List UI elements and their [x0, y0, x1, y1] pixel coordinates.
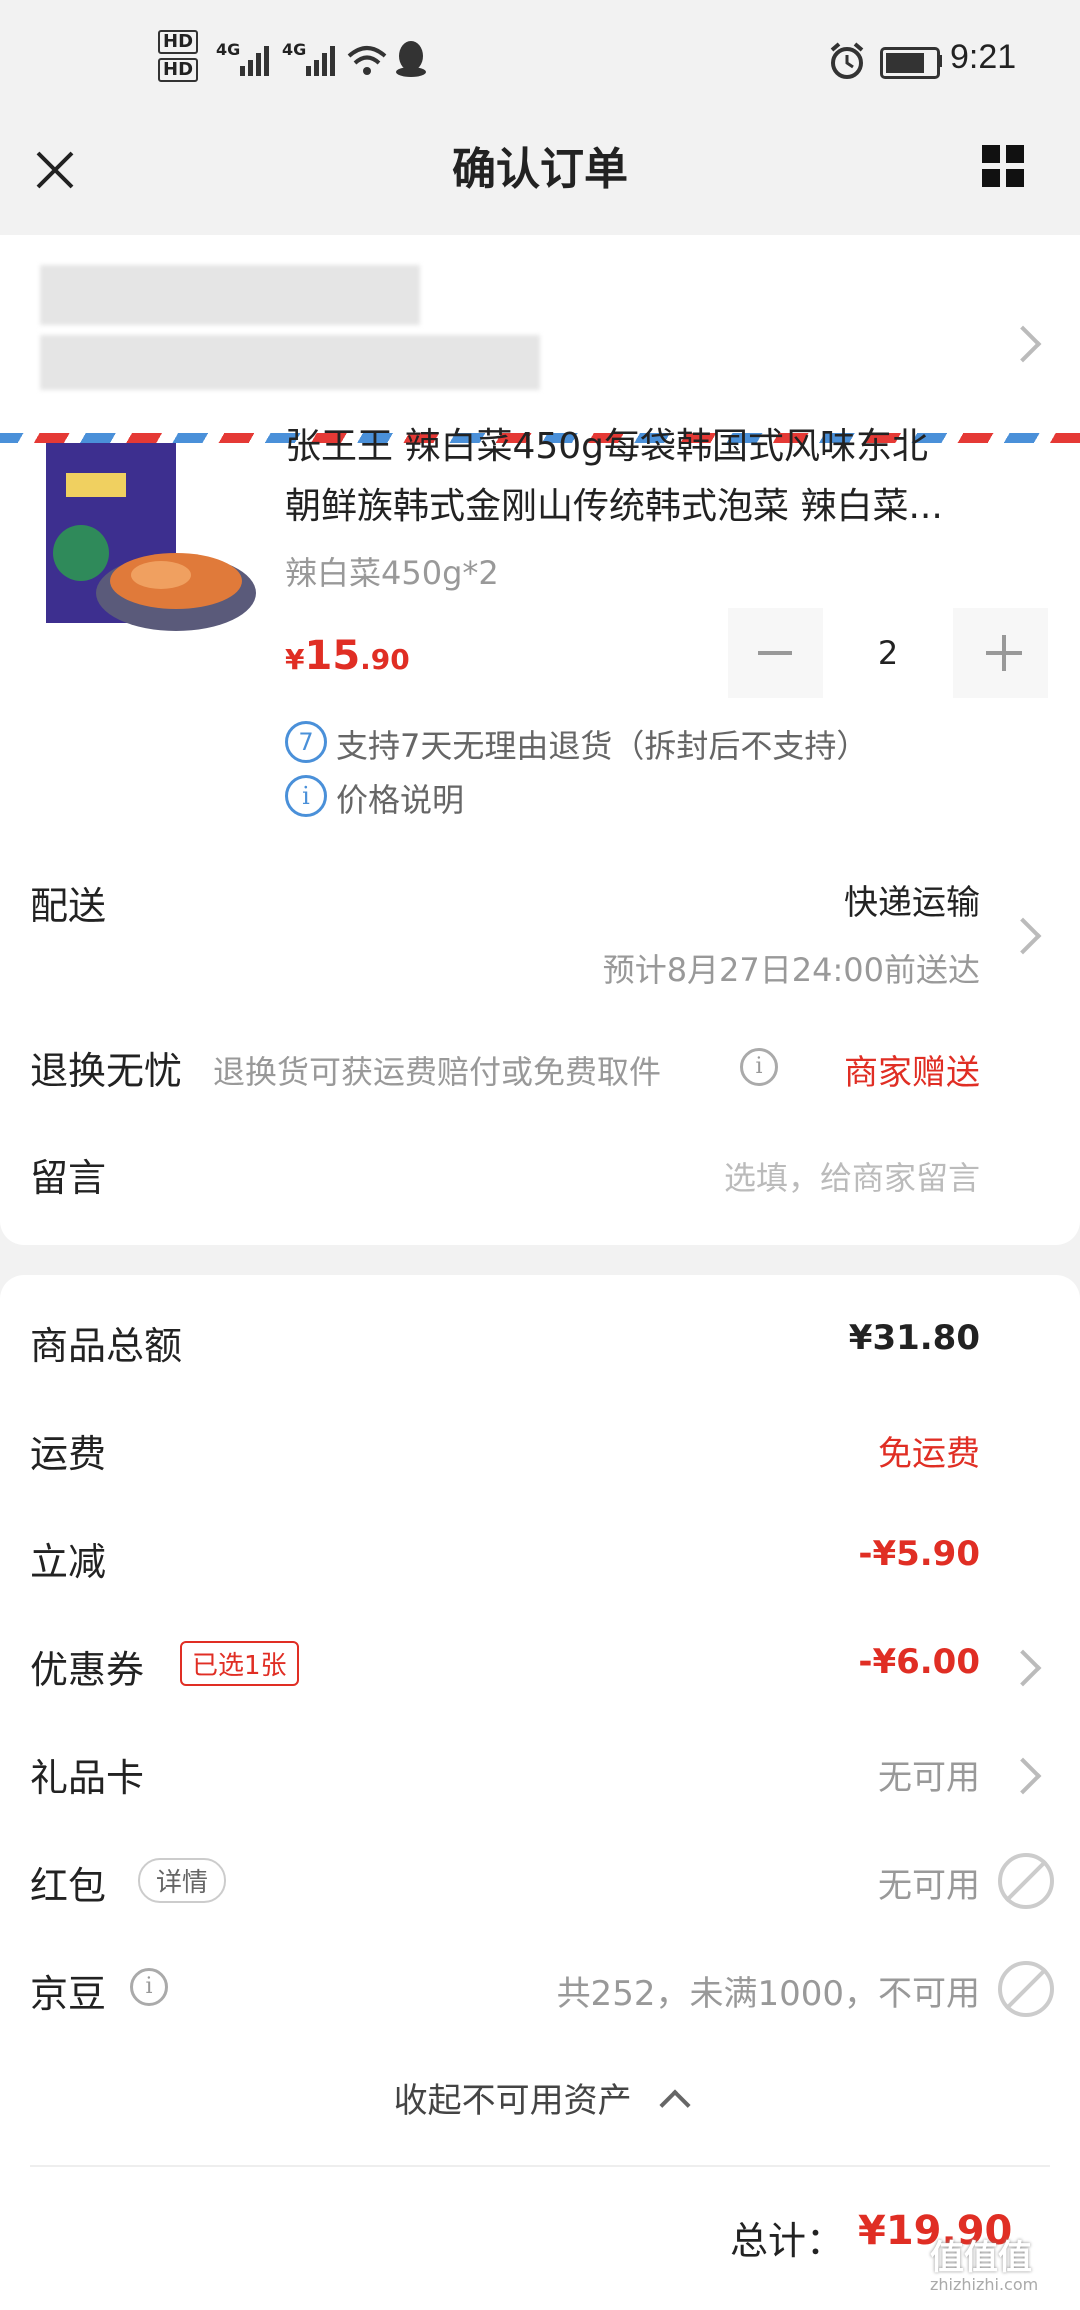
delivery-label: 配送: [30, 884, 107, 928]
return-policy-text[interactable]: 支持7天无理由退货（拆封后不支持）: [336, 721, 868, 767]
worry-free-label: 退换无忧: [30, 1049, 183, 1093]
chevron-right-icon[interactable]: [1004, 917, 1042, 955]
hd1-badge: HD: [158, 30, 199, 54]
seven-day-return-icon: 7: [285, 721, 327, 763]
jingdou-label: 京豆: [30, 1972, 107, 2016]
delivery-method[interactable]: 快递运输: [844, 875, 980, 924]
watermark-logo: 值值值: [930, 2238, 1032, 2278]
jingdou-value: 共252，未满1000，不可用: [556, 1974, 980, 2014]
divider: [30, 2165, 1050, 2167]
message-label: 留言: [30, 1156, 107, 1200]
redpacket-details-button[interactable]: 详情: [138, 1858, 227, 1903]
chevron-right-icon[interactable]: [1004, 1649, 1042, 1687]
signal-1-label: 4G: [216, 40, 241, 59]
product-card: 张王王 辣白菜450g每袋韩国式风味东北 朝鲜族韩式金刚山传统韩式泡菜 辣白菜.…: [0, 426, 1080, 835]
shipping-value: 免运费: [878, 1434, 980, 1474]
address-detail-blurred: [40, 335, 540, 390]
redpacket-label: 红包: [30, 1864, 107, 1908]
address-name-blurred: [40, 265, 420, 325]
delivery-eta: 预计8月27日24:00前送达: [602, 951, 980, 989]
product-image[interactable]: [36, 443, 256, 643]
disabled-icon: [998, 1961, 1054, 2017]
signal-2-icon: [306, 46, 335, 76]
signal-2-label: 4G: [282, 40, 307, 59]
quantity-value[interactable]: 2: [823, 608, 953, 698]
watermark-url: zhizhizhi.com: [930, 2275, 1039, 2294]
status-bar: HD HD 4G 4G 9:21: [0, 0, 1080, 125]
price-note-link[interactable]: 价格说明: [336, 775, 464, 821]
goods-total-value: ¥31.80: [848, 1318, 980, 1358]
giftcard-label: 礼品卡: [30, 1756, 145, 1800]
price-dec: .90: [360, 643, 410, 676]
message-input[interactable]: 选填，给商家留言: [724, 1153, 980, 1199]
collapse-assets-button[interactable]: 收起不可用资产: [0, 2073, 1080, 2122]
hd2-badge: HD: [158, 58, 199, 82]
chevron-right-icon[interactable]: [1004, 1757, 1042, 1795]
page-title: 确认订单: [452, 144, 628, 195]
minus-icon: [758, 651, 792, 655]
grid-menu-icon[interactable]: [982, 145, 1026, 189]
product-spec: 辣白菜450g*2: [285, 554, 499, 592]
price-currency: ¥: [285, 643, 305, 676]
redpacket-value: 无可用: [878, 1866, 980, 1906]
clock: 9:21: [950, 38, 1017, 76]
coupon-badge: 已选1张: [180, 1641, 299, 1686]
giftcard-value[interactable]: 无可用: [878, 1750, 980, 1799]
decrease-button[interactable]: [728, 608, 818, 698]
qq-icon: [396, 41, 426, 77]
info-icon: i: [285, 775, 327, 817]
chevron-up-icon: [659, 2089, 691, 2121]
total-label: 总计：: [730, 2219, 845, 2263]
chevron-right-icon: [1004, 325, 1042, 363]
battery-tip: [937, 55, 942, 67]
price-summary-card: 商品总额 ¥31.80 运费 免运费 立减 -¥5.90 优惠券 已选1张 -¥…: [0, 1275, 1080, 2310]
address-card[interactable]: [0, 235, 1080, 435]
product-price: ¥15.90: [285, 633, 410, 679]
discount-label: 立减: [30, 1540, 107, 1584]
coupon-label: 优惠券: [30, 1648, 145, 1692]
worry-free-desc: 退换货可获运费赔付或免费取件: [213, 1053, 662, 1091]
price-int: 15: [304, 633, 361, 679]
battery-icon: [880, 47, 940, 79]
goods-total-label: 商品总额: [30, 1324, 183, 1368]
alarm-icon: [830, 42, 864, 79]
delivery-card: 配送 快递运输 预计8月27日24:00前送达 退换无忧 退换货可获运费赔付或免…: [0, 835, 1080, 1245]
increase-button[interactable]: [958, 608, 1048, 698]
discount-value: -¥5.90: [858, 1534, 980, 1574]
coupon-value[interactable]: -¥6.00: [858, 1642, 980, 1682]
info-icon[interactable]: i: [740, 1048, 778, 1086]
collapse-label: 收起不可用资产: [393, 2081, 632, 2121]
product-title-line1: 张王王 辣白菜450g每袋韩国式风味东北: [285, 426, 929, 467]
hd-indicator: HD HD: [158, 30, 199, 82]
wifi-icon: [347, 46, 387, 75]
disabled-icon: [998, 1853, 1054, 1909]
shipping-label: 运费: [30, 1432, 107, 1476]
product-title-line2[interactable]: 朝鲜族韩式金刚山传统韩式泡菜 辣白菜...: [285, 483, 1045, 531]
signal-1-icon: [240, 46, 269, 76]
quantity-stepper: 2: [728, 608, 1048, 698]
info-icon[interactable]: i: [130, 1968, 168, 2006]
worry-free-value: 商家赠送: [844, 1053, 980, 1093]
